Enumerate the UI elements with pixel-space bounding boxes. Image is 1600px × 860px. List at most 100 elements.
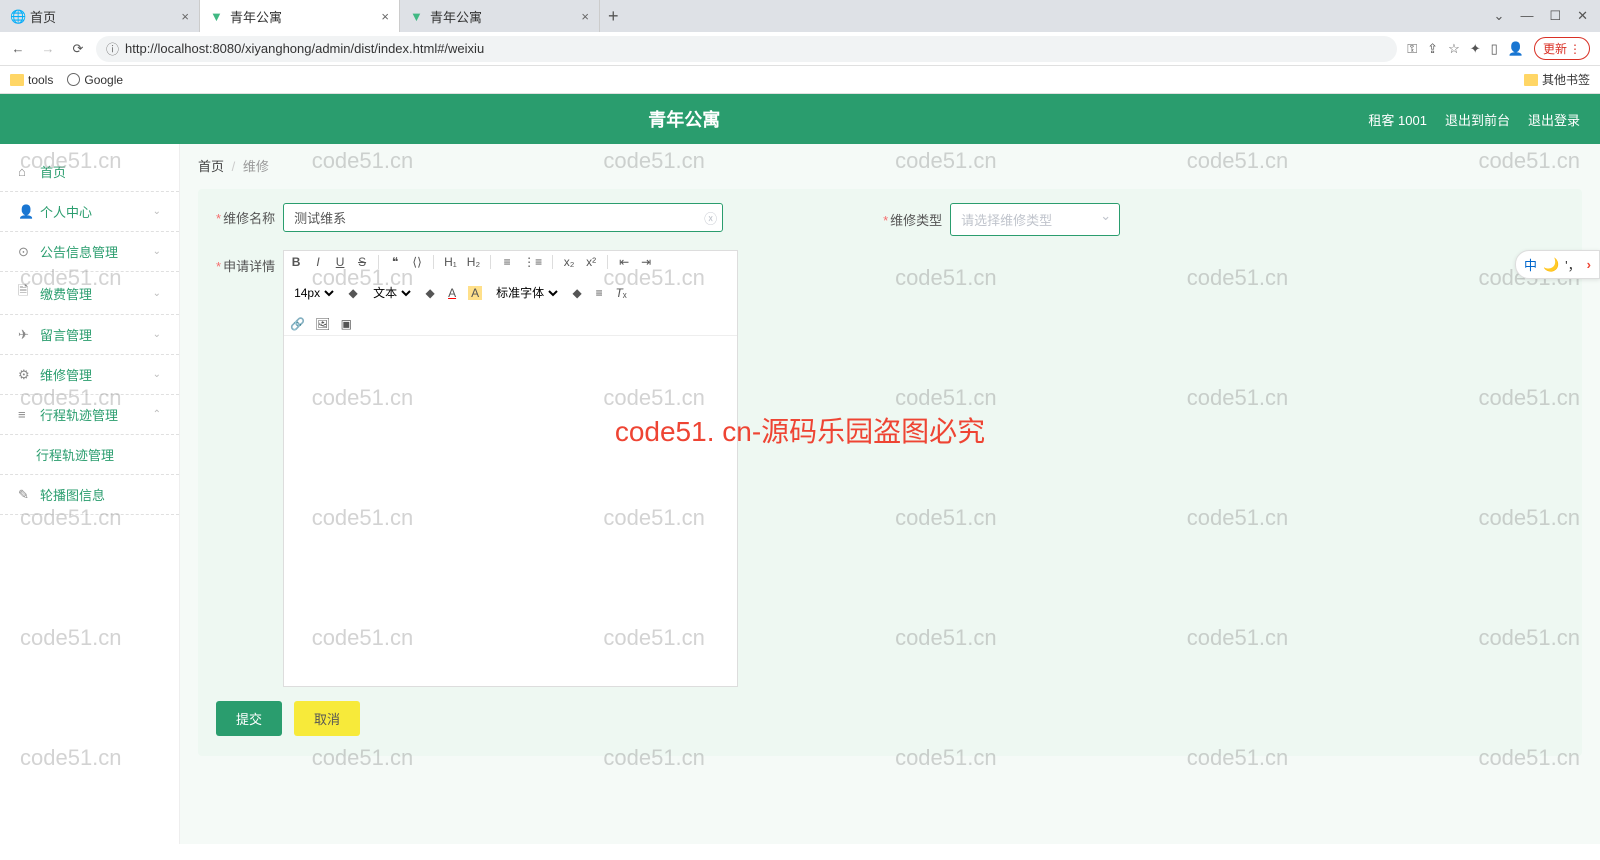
tab-title: 首页	[30, 7, 56, 26]
clipboard-icon: 🗎	[18, 282, 32, 304]
sidebar-item-personal[interactable]: 👤 个人中心 ⌄	[0, 192, 179, 232]
sup-icon[interactable]: x²	[585, 255, 597, 269]
chevron-down-icon: ⌄	[153, 206, 161, 217]
link-icon[interactable]: 🔗	[290, 317, 305, 331]
underline-icon[interactable]: U	[334, 255, 346, 269]
repair-name-input[interactable]	[283, 203, 723, 232]
close-icon[interactable]: ×	[381, 9, 389, 24]
other-bookmarks[interactable]: 其他书签	[1524, 71, 1590, 88]
fontsize-select[interactable]: 14px	[290, 285, 337, 301]
globe-icon	[67, 73, 80, 86]
editor-body[interactable]	[284, 336, 737, 686]
share-icon[interactable]: ⇪	[1427, 41, 1438, 57]
clear-format-icon[interactable]: Tₓ	[615, 286, 627, 300]
textcolor-icon[interactable]: A	[446, 286, 458, 300]
form-card: *维修名称 ⓧ *维修类型 请选择维修类型 *申请详情 B	[198, 189, 1582, 756]
code-icon[interactable]: ⟨⟩	[411, 255, 423, 269]
sidebar-item-home[interactable]: ⌂ 首页	[0, 152, 179, 192]
bookmark-tools[interactable]: tools	[10, 73, 53, 87]
folder-icon	[10, 74, 24, 86]
window-controls: ⌄ — ☐ ✕	[1482, 8, 1600, 24]
chevron-down-icon: ⌄	[153, 369, 161, 380]
app-header: 青年公寓 租客 1001 退出到前台 退出登录	[0, 94, 1600, 144]
align-icon[interactable]: ≡	[593, 286, 605, 300]
breadcrumb: 首页 / 维修	[198, 156, 1582, 175]
chevron-down-icon: ⌄	[153, 329, 161, 340]
field-detail: *申请详情 B I U S ❝ ⟨⟩ H₁ H₂	[216, 250, 738, 687]
minimize-icon[interactable]: —	[1520, 8, 1533, 24]
forward-icon[interactable]: →	[36, 37, 60, 61]
repair-type-select[interactable]: 请选择维修类型	[950, 203, 1120, 236]
url-field[interactable]: ⓘ http://localhost:8080/xiyanghong/admin…	[96, 36, 1397, 62]
indent-icon[interactable]: ⇤	[618, 255, 630, 269]
close-icon[interactable]: ×	[181, 9, 189, 24]
ul-icon[interactable]: ⋮≡	[523, 255, 542, 269]
key-icon[interactable]: ⚿	[1407, 41, 1417, 57]
sidebar-item-carousel[interactable]: ✎ 轮播图信息	[0, 475, 179, 515]
sub-icon[interactable]: x₂	[563, 255, 575, 269]
italic-icon[interactable]: I	[312, 255, 324, 269]
sidebar-item-repair[interactable]: ⚙ 维修管理 ⌄	[0, 355, 179, 395]
panel-icon[interactable]: ▯	[1491, 41, 1498, 57]
close-icon[interactable]: ×	[581, 9, 589, 24]
h2-icon[interactable]: H₂	[467, 255, 480, 269]
logout-link[interactable]: 退出登录	[1528, 110, 1580, 129]
submit-button[interactable]: 提交	[216, 701, 282, 736]
gear-icon: ⚙	[18, 367, 32, 383]
user-label[interactable]: 租客 1001	[1368, 110, 1427, 129]
rich-text-editor[interactable]: B I U S ❝ ⟨⟩ H₁ H₂ ≡ ⋮≡	[283, 250, 738, 687]
back-icon[interactable]: ←	[6, 37, 30, 61]
browser-tab[interactable]: ▼ 青年公寓 ×	[400, 0, 600, 32]
chevron-up-icon: ⌃	[153, 409, 161, 420]
new-tab-button[interactable]: +	[600, 6, 627, 27]
browser-tab[interactable]: ▼ 青年公寓 ×	[200, 0, 400, 32]
image-icon: ✎	[18, 487, 32, 503]
tab-title: 青年公寓	[430, 7, 482, 26]
update-button[interactable]: 更新 ⋮	[1534, 37, 1590, 60]
ime-widget[interactable]: 中 🌙 '， ›	[1515, 250, 1600, 279]
bold-icon[interactable]: B	[290, 255, 302, 269]
dropdown-icon[interactable]: ⌄	[1494, 8, 1505, 24]
bookmark-bar: tools Google 其他书签	[0, 66, 1600, 94]
image-icon[interactable]: 🖼	[315, 317, 330, 331]
cancel-button[interactable]: 取消	[294, 701, 360, 736]
field-repair-name: *维修名称 ⓧ	[216, 203, 723, 232]
sidebar-item-message[interactable]: ✈ 留言管理 ⌄	[0, 315, 179, 355]
breadcrumb-home[interactable]: 首页	[198, 159, 224, 174]
address-bar: ← → ⟳ ⓘ http://localhost:8080/xiyanghong…	[0, 32, 1600, 66]
exit-to-front-link[interactable]: 退出到前台	[1445, 110, 1510, 129]
strike-icon[interactable]: S	[356, 255, 368, 269]
sidebar-item-track-sub[interactable]: 行程轨迹管理	[0, 435, 179, 475]
quote-icon[interactable]: ❝	[389, 255, 401, 269]
ol-icon[interactable]: ≡	[501, 255, 513, 269]
video-icon[interactable]: ▣	[340, 317, 352, 331]
outdent-icon[interactable]: ⇥	[640, 255, 652, 269]
field-repair-type: *维修类型 请选择维修类型	[883, 203, 1120, 236]
clear-icon[interactable]: ⓧ	[704, 208, 717, 227]
maximize-icon[interactable]: ☐	[1549, 8, 1561, 24]
h1-icon[interactable]: H₁	[444, 255, 457, 269]
style-select[interactable]: 文本	[369, 285, 414, 301]
arrow-right-icon[interactable]: ›	[1587, 257, 1591, 272]
info-icon[interactable]: ⓘ	[106, 39, 119, 58]
extension-icon[interactable]: ✦	[1470, 41, 1481, 57]
app-title: 青年公寓	[0, 106, 1368, 132]
sidebar-item-notice[interactable]: ⊙ 公告信息管理 ⌄	[0, 232, 179, 272]
breadcrumb-current: 维修	[243, 159, 269, 174]
chevron-down-icon: ⌄	[153, 246, 161, 257]
chevron-down-icon: ⌄	[153, 288, 161, 299]
vue-icon: ▼	[210, 9, 224, 23]
sidebar-item-fee[interactable]: 🗎 缴费管理 ⌄	[0, 272, 179, 315]
editor-toolbar: B I U S ❝ ⟨⟩ H₁ H₂ ≡ ⋮≡	[284, 251, 737, 336]
close-window-icon[interactable]: ✕	[1577, 8, 1588, 24]
bookmark-google[interactable]: Google	[67, 73, 123, 87]
main-content: 首页 / 维修 *维修名称 ⓧ *维修类型 请选择维修类型	[180, 144, 1600, 844]
sidebar-item-track[interactable]: ≡ 行程轨迹管理 ⌃	[0, 395, 179, 435]
star-icon[interactable]: ☆	[1448, 41, 1460, 57]
browser-tab[interactable]: 🌐 首页 ×	[0, 0, 200, 32]
bgcolor-icon[interactable]: A	[468, 286, 482, 300]
moon-icon[interactable]: 🌙	[1543, 257, 1559, 273]
profile-icon[interactable]: 👤	[1508, 41, 1524, 57]
reload-icon[interactable]: ⟳	[66, 37, 90, 61]
fontfamily-select[interactable]: 标准字体	[492, 285, 561, 301]
